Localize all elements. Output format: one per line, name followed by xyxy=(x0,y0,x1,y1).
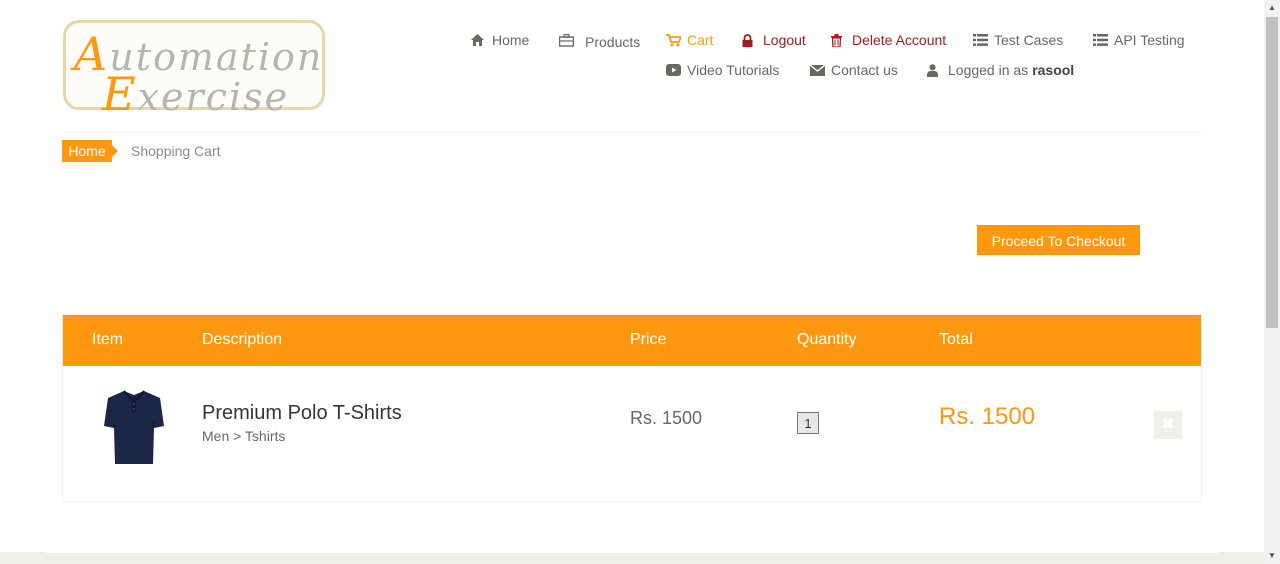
scroll-up-arrow-icon[interactable]: ▲ xyxy=(1264,0,1280,16)
nav-contact-us[interactable]: Contact us xyxy=(810,58,898,82)
nav-cart[interactable]: Cart xyxy=(666,28,713,52)
header-quantity: Quantity xyxy=(797,331,857,348)
username: rasool xyxy=(1032,62,1075,78)
briefcase-icon xyxy=(559,33,577,47)
close-icon: ✖ xyxy=(1161,416,1175,433)
product-price: Rs. 1500 xyxy=(630,408,703,428)
product-total: Rs. 1500 xyxy=(939,403,1036,430)
product-quantity: 1 xyxy=(797,412,819,434)
remove-item-button[interactable]: ✖ xyxy=(1154,411,1182,439)
proceed-to-checkout-button[interactable]: Proceed To Checkout xyxy=(977,225,1140,255)
breadcrumb-home[interactable]: Home xyxy=(62,140,118,162)
cart-table-header: Item Description Price Quantity Total xyxy=(63,315,1201,366)
list-icon xyxy=(1093,34,1111,46)
product-image[interactable] xyxy=(103,388,165,471)
list-icon xyxy=(973,34,991,46)
youtube-play-icon xyxy=(666,64,684,76)
shopping-cart-icon xyxy=(666,33,684,47)
header-price: Price xyxy=(630,331,667,348)
nav-products[interactable]: Products xyxy=(559,28,640,52)
footer-top xyxy=(0,552,1264,564)
scroll-down-arrow-icon[interactable]: ▼ xyxy=(1264,548,1280,564)
nav-test-cases[interactable]: Test Cases xyxy=(973,28,1063,52)
breadcrumb-current: Shopping Cart xyxy=(131,143,221,159)
nav-video-tutorials[interactable]: Video Tutorials xyxy=(666,58,779,82)
product-name-link[interactable]: Premium Polo T-Shirts xyxy=(202,402,402,425)
table-row: Premium Polo T-Shirts Men > Tshirts Rs. … xyxy=(63,366,1201,501)
product-category: Men > Tshirts xyxy=(202,428,286,444)
lock-icon xyxy=(742,33,760,47)
main-nav: Home Products Cart Logout Delete Account… xyxy=(0,28,1280,88)
nav-home[interactable]: Home xyxy=(471,28,529,52)
page-scrollbar[interactable]: ▲ ▼ xyxy=(1264,0,1280,564)
home-icon xyxy=(471,34,489,46)
nav-delete-account[interactable]: Delete Account xyxy=(831,28,946,52)
logged-in-user: Logged in as rasool xyxy=(927,58,1074,82)
envelope-icon xyxy=(810,64,828,76)
scrollbar-thumb[interactable] xyxy=(1266,17,1278,328)
header-divider xyxy=(62,132,1202,133)
header-item: Item xyxy=(92,331,124,348)
header-total: Total xyxy=(939,331,973,348)
user-icon xyxy=(927,63,945,77)
nav-logout[interactable]: Logout xyxy=(742,28,806,52)
cart-table: Item Description Price Quantity Total Pr… xyxy=(62,314,1202,502)
nav-api-testing[interactable]: API Testing xyxy=(1093,28,1185,52)
trash-icon xyxy=(831,33,849,47)
header-description: Description xyxy=(202,331,283,348)
